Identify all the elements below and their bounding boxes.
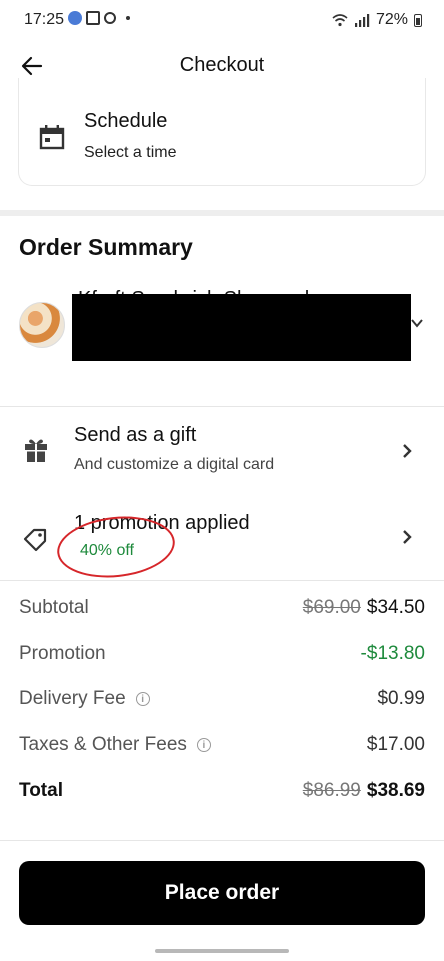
checkout-screen: 17:25 72% Checkout Schedule Select a tim…: [0, 0, 444, 961]
taxes-label-group: Taxes & Other Fees i: [19, 734, 211, 756]
taxes-value: $17.00: [366, 734, 425, 755]
send-as-gift-row[interactable]: Send as a gift And customize a digital c…: [0, 412, 444, 492]
wifi-icon: [332, 14, 348, 27]
gift-title: Send as a gift: [74, 424, 197, 446]
redaction-block: [72, 294, 411, 361]
battery-percent: 72%: [375, 11, 408, 28]
app-notification-icon: [68, 11, 82, 25]
schedule-title: Schedule: [84, 110, 168, 132]
section-divider: [0, 210, 444, 216]
calendar-icon: [39, 125, 65, 150]
system-indicators: 72%: [332, 11, 422, 29]
subtotal-label: Subtotal: [19, 597, 89, 618]
schedule-subtitle: Select a time: [84, 144, 177, 161]
gallery-notification-icon: [86, 11, 100, 25]
divider: [0, 840, 444, 841]
signal-icon: [354, 14, 370, 27]
store-row[interactable]: Kfraft Sandwich Shop and 4 items: [0, 280, 444, 380]
total-original: $86.99: [302, 780, 361, 801]
store-avatar: [19, 302, 65, 348]
info-icon[interactable]: i: [196, 738, 211, 752]
tag-icon: [23, 528, 47, 552]
schedule-card[interactable]: Schedule Select a time: [18, 78, 426, 186]
page-title: Checkout: [179, 54, 265, 76]
promotion-value: -$13.80: [360, 643, 425, 664]
more-notifications-icon: [126, 16, 130, 20]
total-discounted: $38.69: [366, 780, 425, 801]
total-value: $86.99 $38.69: [303, 780, 425, 802]
gift-subtitle: And customize a digital card: [74, 456, 275, 473]
order-summary-title: Order Summary: [19, 234, 193, 260]
delivery-fee-label: Delivery Fee: [19, 688, 126, 709]
subtotal-original: $69.00: [302, 597, 361, 618]
taxes-fees-row: Taxes & Other Fees i $17.00: [19, 734, 425, 762]
subtotal-value: $69.00 $34.50: [303, 597, 425, 619]
taxes-label: Taxes & Other Fees: [19, 734, 187, 755]
status-time: 17:25: [24, 11, 65, 28]
subtotal-row: Subtotal $69.00 $34.50: [19, 597, 425, 625]
divider: [0, 580, 444, 581]
divider: [0, 406, 444, 407]
battery-icon: [414, 13, 422, 27]
gift-icon: [25, 439, 47, 462]
home-indicator[interactable]: [155, 949, 289, 953]
delivery-fee-value: $0.99: [377, 688, 425, 709]
steam-notification-icon: [104, 12, 116, 24]
chevron-down-icon: [411, 319, 423, 328]
status-bar: 17:25 72%: [0, 0, 444, 40]
promotion-price-row: Promotion -$13.80: [19, 643, 425, 671]
chevron-right-icon: [403, 444, 412, 458]
notification-icons: [68, 11, 130, 25]
total-label: Total: [19, 780, 63, 801]
place-order-button[interactable]: Place order: [19, 861, 425, 925]
delivery-fee-row: Delivery Fee i $0.99: [19, 688, 425, 716]
promotion-label: Promotion: [19, 643, 106, 664]
subtotal-discounted: $34.50: [366, 597, 425, 618]
chevron-right-icon: [403, 530, 412, 544]
delivery-fee-label-group: Delivery Fee i: [19, 688, 150, 710]
total-row: Total $86.99 $38.69: [19, 780, 425, 808]
info-icon[interactable]: i: [135, 692, 150, 706]
